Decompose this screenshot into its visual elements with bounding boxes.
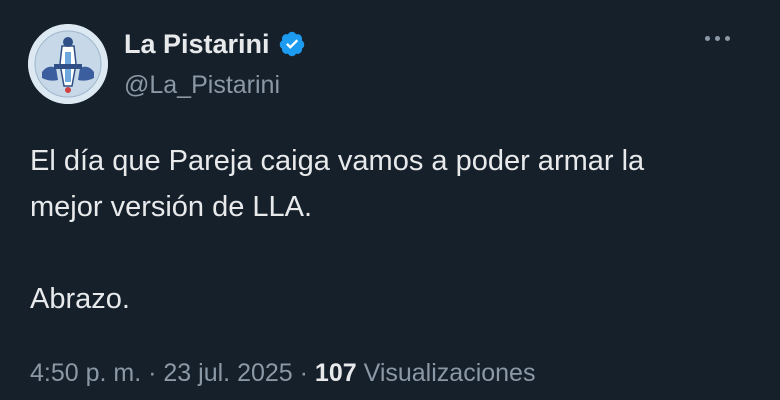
meta-separator: · [148,359,157,387]
more-dot [725,36,730,41]
tweet-text: El día que Pareja caiga vamos a poder ar… [30,138,750,322]
tweet-text-line: mejor versión de LLA. [30,191,313,223]
avatar-emblem-icon [28,24,108,104]
views-label: Visualizaciones [363,359,536,387]
views-count: 107 [314,359,357,387]
author-name-row: La Pistarini [124,28,306,60]
more-dot [705,36,710,41]
more-dot [715,36,720,41]
tweet-text-line: El día que Pareja caiga vamos a poder ar… [30,145,645,177]
author-handle[interactable]: @La_Pistarini [124,70,280,100]
tweet-timestamp[interactable]: 4:50 p. m. · 23 jul. 2025 [30,359,293,387]
tweet-meta: 4:50 p. m. · 23 jul. 2025 · 107 Visualiz… [30,358,535,388]
tweet-card: La Pistarini @La_Pistarini El día que Pa… [0,0,780,400]
tweet-time: 4:50 p. m. [30,359,142,387]
avatar[interactable] [28,24,108,104]
tweet-date: 23 jul. 2025 [163,359,293,387]
tweet-text-line: Abrazo. [30,283,130,315]
meta-separator: · [299,359,308,387]
author-display-name[interactable]: La Pistarini [124,28,270,60]
more-options-icon[interactable] [701,30,734,47]
verified-badge-icon [278,30,306,58]
